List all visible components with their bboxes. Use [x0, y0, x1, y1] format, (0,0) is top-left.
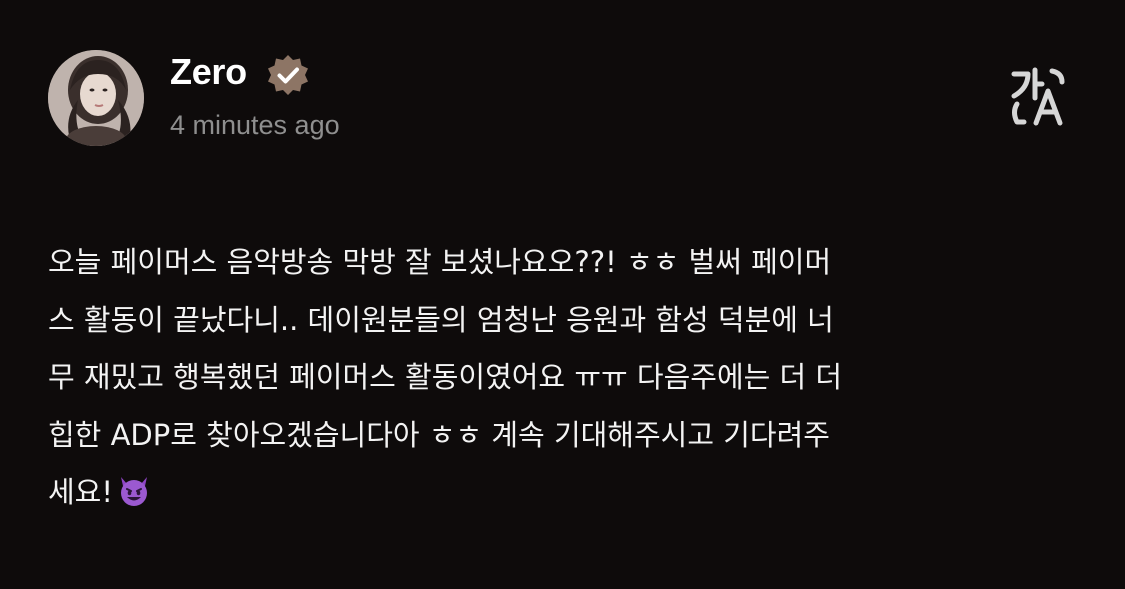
translate-button[interactable]: [1004, 66, 1074, 130]
verified-badge-icon: [268, 55, 308, 95]
post-body-line: 무 재밌고 행복했던 페이머스 활동이였어요 ㅠㅠ 다음주에는 더 더: [48, 360, 843, 394]
post-body-line: 스 활동이 끝났다니.. 데이원분들의 엄청난 응원과 함성 덕분에 너: [48, 302, 834, 337]
post-body: 오늘 페이머스 음악방송 막방 잘 보셨나요오??! ㅎㅎ 벌써 페이머 스 활…: [48, 234, 1078, 522]
post-body-line-text: 세요!: [48, 475, 113, 509]
smiling-face-with-horns-icon: [121, 477, 147, 506]
post-body-line: 오늘 페이머스 음악방송 막방 잘 보셨나요오??! ㅎㅎ 벌써 페이머: [48, 245, 832, 279]
timestamp: 4 minutes ago: [170, 110, 340, 140]
author-name[interactable]: Zero: [170, 50, 247, 94]
avatar[interactable]: [48, 50, 144, 146]
post-card: Zero 4 minutes ago 오늘 페이머스 음악방송 막방 잘 보셨나…: [0, 0, 1125, 589]
translate-icon: [1011, 67, 1065, 126]
avatar-image: [48, 50, 144, 146]
post-body-line: 힙한 ADP로 찾아오겠습니다아 ㅎㅎ 계속 기대해주시고 기다려주: [48, 417, 830, 452]
post-body-line-last: 세요!: [48, 464, 1078, 522]
